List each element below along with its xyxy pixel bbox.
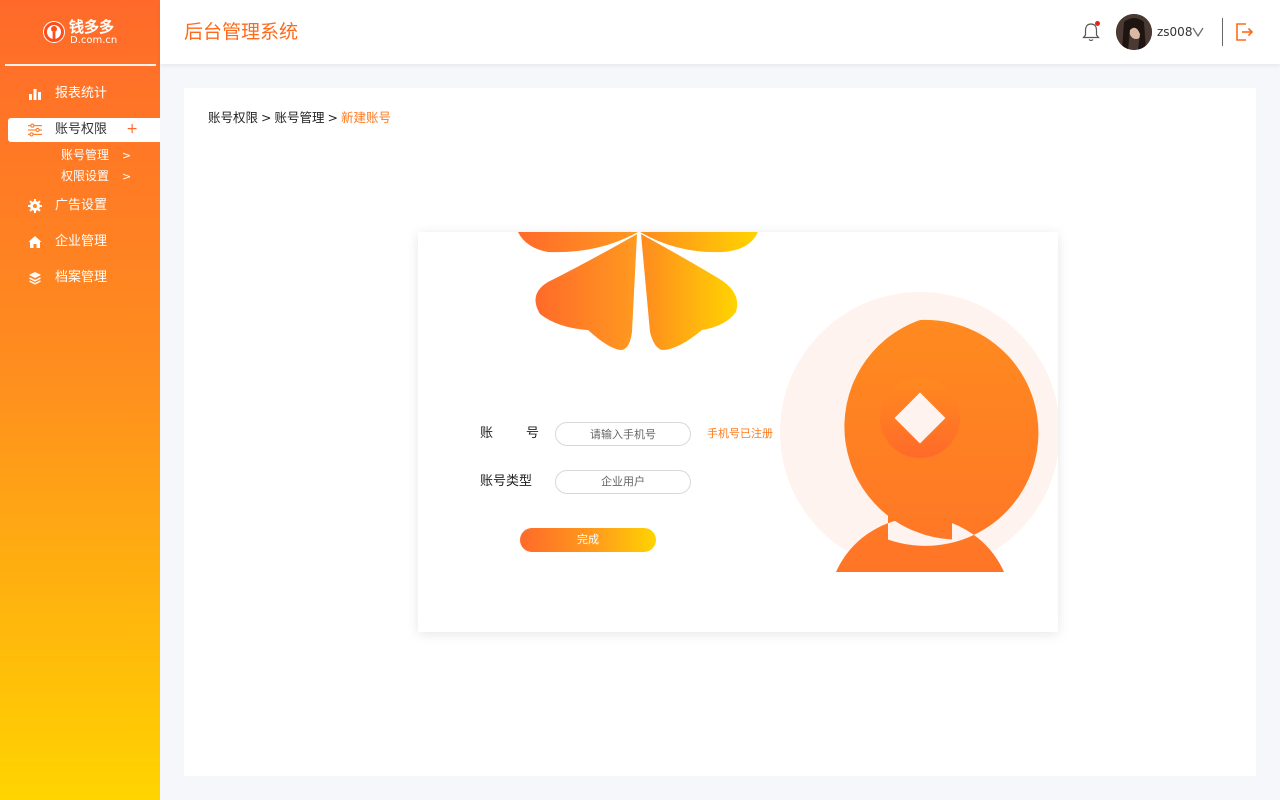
main-content: 账号权限 > 账号管理 > 新建账号 账 号 请输入手机号 手机号已注册 账号类… [184,88,1256,776]
brand-watermark-logo [780,292,1058,572]
chevron-right-icon: > [122,170,132,183]
breadcrumb-item[interactable]: 账号权限 [208,110,258,125]
avatar-image [1116,14,1152,50]
breadcrumb-separator: > [327,110,338,125]
phone-registered-hint: 手机号已注册 [707,427,773,440]
account-label: 账 号 [480,426,540,441]
sidebar-divider [5,64,156,66]
sidebar: 钱多多 D.com.cn 报表统计 账号权限 + 账号管理 > 权限设置 > 广… [0,0,160,800]
phone-input[interactable] [555,422,691,446]
breadcrumb-item[interactable]: 账号管理 [275,110,325,125]
sidebar-item-label: 企业管理 [55,234,108,249]
sidebar-subitem-account-management[interactable]: 账号管理 [61,148,109,162]
brand-logo[interactable]: 钱多多 D.com.cn [42,18,132,48]
avatar[interactable] [1116,14,1152,50]
sidebar-item-reports[interactable]: 报表统计 [0,82,160,106]
sidebar-item-ad-settings[interactable]: 广告设置 [0,194,160,218]
sidebar-item-label: 档案管理 [55,270,108,285]
sidebar-item-label: 账号权限 [55,122,108,137]
sidebar-item-account-permissions[interactable]: 账号权限 + [8,118,160,142]
brand-name: 钱多多 [69,18,115,36]
petal-decoration [518,232,758,350]
brand-domain: D.com.cn [70,35,118,46]
sliders-icon [28,123,42,137]
chevron-down-icon[interactable] [1192,27,1204,37]
notification-dot [1095,21,1100,26]
complete-button[interactable]: 完成 [520,528,656,552]
account-type-select[interactable]: 企业用户 [555,470,691,494]
header-divider [1222,18,1223,46]
account-type-label: 账号类型 [480,474,533,489]
expand-plus-icon[interactable]: + [126,121,138,137]
sidebar-item-enterprise-management[interactable]: 企业管理 [0,230,160,254]
sidebar-subitem-permission-settings[interactable]: 权限设置 [61,169,109,183]
top-header: 后台管理系统 zs008 [160,0,1280,64]
new-account-card: 账 号 手机号已注册 账号类型 企业用户 完成 [418,232,1058,632]
username[interactable]: zs008 [1157,25,1192,39]
layers-icon [29,272,41,285]
brand-logo-icon [43,21,65,43]
gear-icon [28,199,42,213]
sidebar-item-label: 广告设置 [55,198,108,213]
sidebar-item-archive-management[interactable]: 档案管理 [0,266,160,290]
logout-icon[interactable] [1233,21,1255,43]
breadcrumb-separator: > [261,110,272,125]
chevron-right-icon: > [122,149,132,162]
breadcrumb-current: 新建账号 [341,110,392,125]
bar-chart-icon [29,89,41,100]
page-title: 后台管理系统 [184,21,299,43]
sidebar-item-label: 报表统计 [55,86,108,101]
home-icon [28,236,42,248]
breadcrumb: 账号权限 > 账号管理 > 新建账号 [208,110,391,125]
